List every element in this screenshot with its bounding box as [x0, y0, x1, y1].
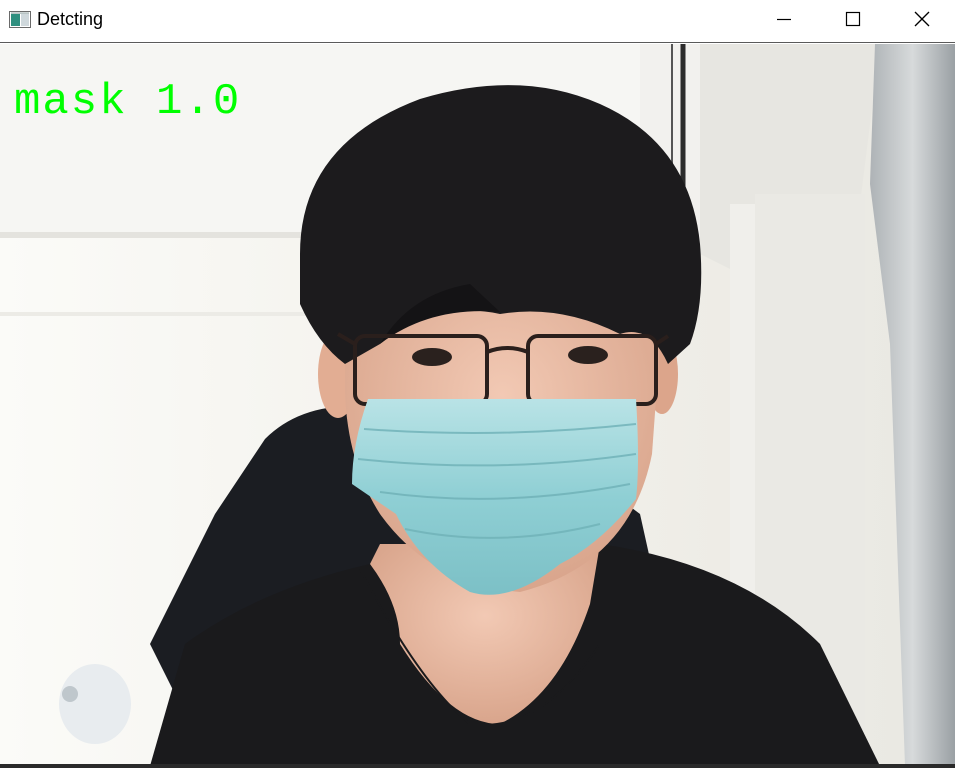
- close-icon: [913, 10, 931, 33]
- detection-confidence: 1.0: [156, 77, 242, 127]
- window-bottom-edge: [0, 764, 955, 768]
- maximize-icon: [845, 11, 861, 32]
- minimize-button[interactable]: [749, 0, 819, 42]
- image-window-icon: [9, 11, 31, 28]
- minimize-icon: [776, 11, 792, 32]
- title-bar: Detcting: [0, 0, 955, 43]
- close-button[interactable]: [887, 0, 955, 42]
- detection-label: mask 1.0: [14, 80, 241, 124]
- window-title: Detcting: [37, 9, 104, 29]
- detection-class: mask: [14, 77, 128, 127]
- webcam-frame-image: [0, 44, 955, 766]
- maximize-button[interactable]: [818, 0, 888, 42]
- camera-feed: mask 1.0: [0, 44, 955, 766]
